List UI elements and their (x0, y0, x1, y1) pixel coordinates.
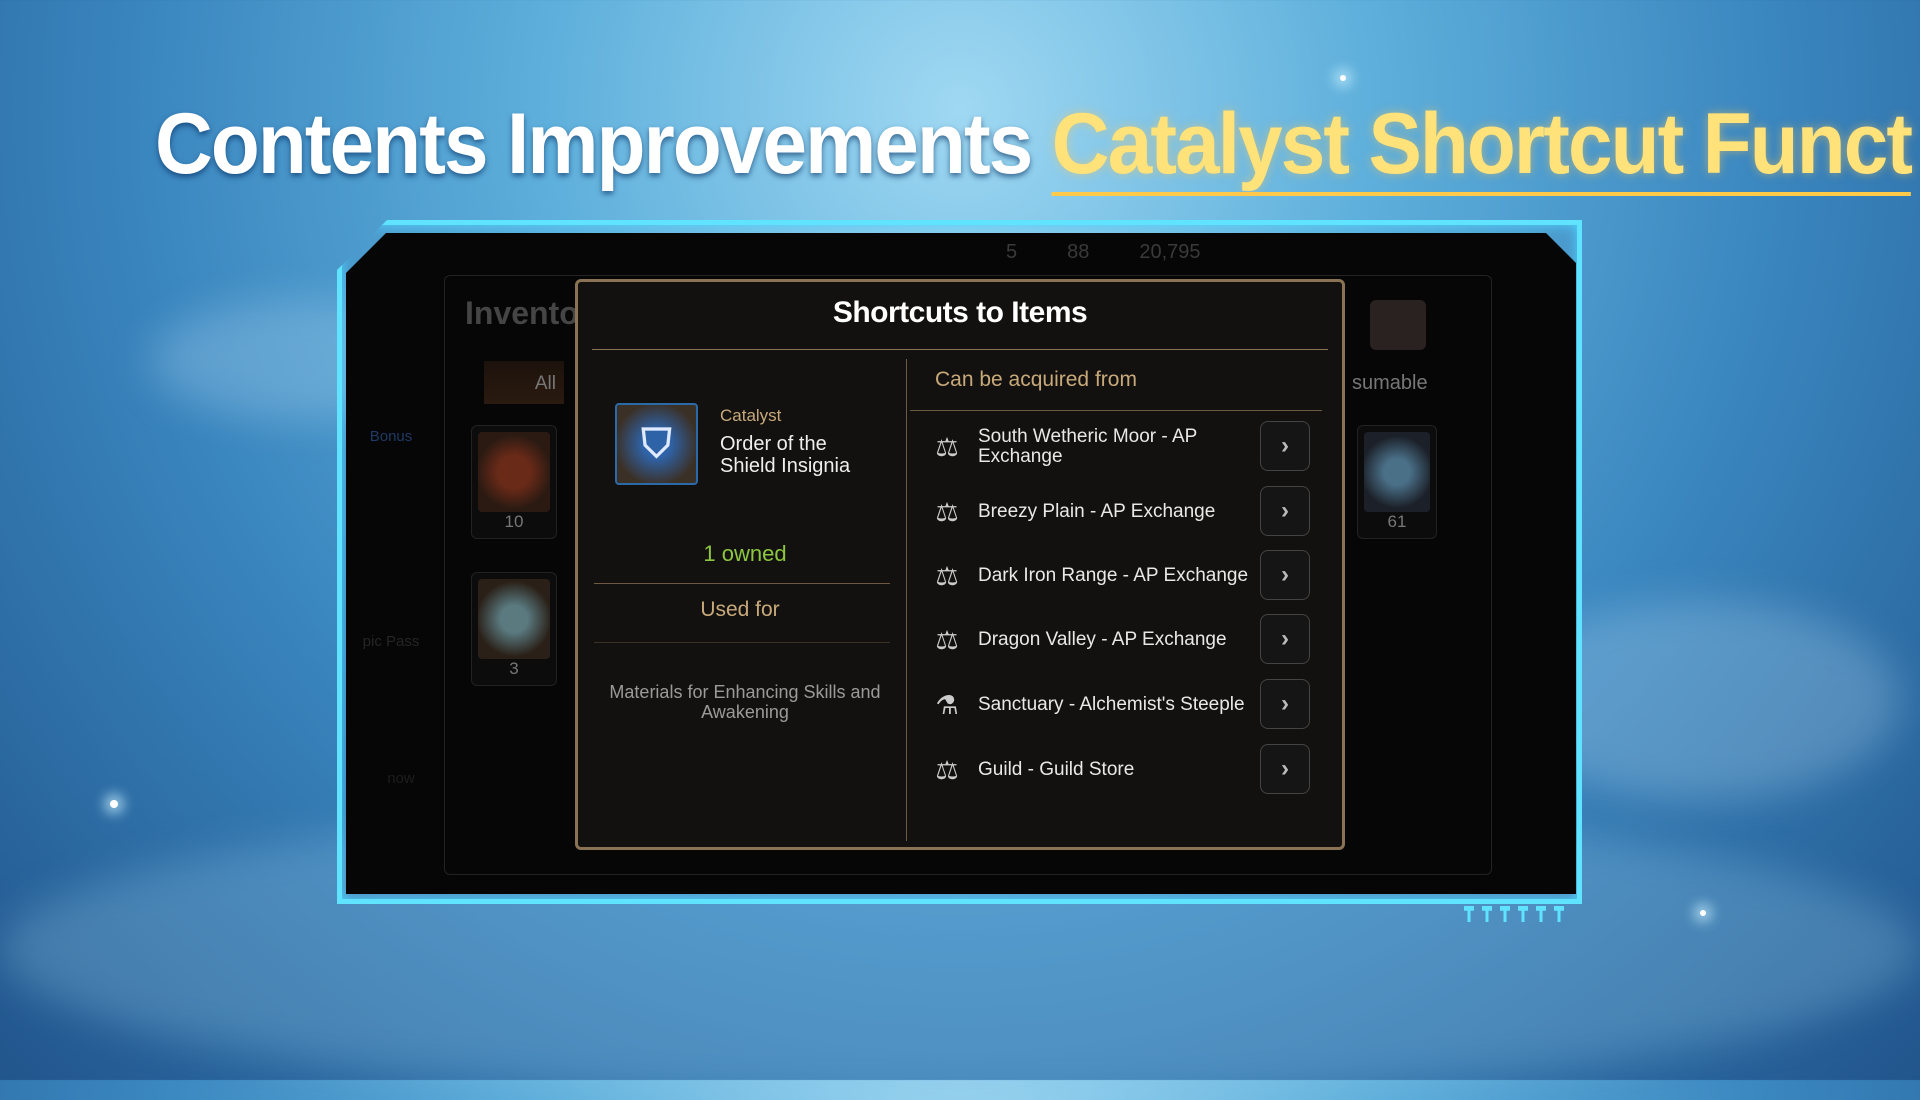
source-row: ⚖ Breezy Plain - AP Exchange › (930, 484, 1320, 540)
status-value: 20,795 (1139, 241, 1201, 263)
go-button[interactable]: › (1260, 486, 1310, 536)
inventory-slot[interactable]: 10 (471, 425, 557, 539)
go-button[interactable]: › (1260, 744, 1310, 794)
source-label: South Wetheric Moor - AP Exchange (978, 426, 1197, 467)
source-label: Guild - Guild Store (978, 759, 1135, 780)
divider (910, 410, 1322, 411)
consumable-tab-icon[interactable] (1370, 300, 1426, 350)
scales-icon: ⚖ (935, 496, 959, 527)
item-icon (1364, 432, 1430, 512)
sparkle (1700, 910, 1706, 916)
divider (594, 583, 890, 584)
title-yellow: Catalyst Shortcut Funct (1051, 96, 1913, 196)
source-row: ⚖ Dragon Valley - AP Exchange › (930, 612, 1320, 668)
source-row: ⚖ Dark Iron Range - AP Exchange › (930, 548, 1320, 604)
item-category: Catalyst (720, 406, 782, 425)
source-row: ⚖ South Wetheric Moor - AP Exchange › (930, 419, 1320, 475)
sidebar-item-now[interactable]: now (346, 770, 456, 787)
source-row: ⚖ Guild - Guild Store › (930, 742, 1320, 798)
flask-icon: ⚗ (935, 689, 959, 720)
go-button[interactable]: › (1260, 679, 1310, 729)
tab-consumable[interactable]: sumable (1352, 372, 1428, 395)
status-bar: 5 88 20,795 (1006, 241, 1506, 264)
item-icon (478, 432, 550, 512)
status-value: 5 (1006, 241, 1018, 263)
sparkle (110, 800, 118, 808)
source-label: Breezy Plain - AP Exchange (978, 501, 1216, 522)
inventory-slot[interactable]: 3 (471, 572, 557, 686)
banner-title: Contents Improvements Catalyst Shortcut … (155, 95, 1913, 196)
tab-all[interactable]: All (484, 361, 564, 404)
shield-insignia-icon: ⛉ (615, 403, 698, 485)
divider (592, 349, 1328, 350)
divider (594, 642, 890, 643)
used-for-description: Materials for Enhancing Skills and Awake… (609, 682, 881, 722)
source-label: Dark Iron Range - AP Exchange (978, 565, 1249, 586)
dialog-title: Shortcuts to Items (832, 296, 1088, 329)
go-button[interactable]: › (1260, 550, 1310, 600)
source-label: Sanctuary - Alchemist's Steeple (978, 694, 1245, 715)
used-for-label: Used for (700, 598, 780, 621)
sources-label: Can be acquired from (935, 368, 1137, 391)
inventory-slot[interactable]: 61 (1357, 425, 1437, 539)
scales-icon: ⚖ (935, 560, 959, 591)
source-label: Dragon Valley - AP Exchange (978, 629, 1227, 650)
sidebar-item-pass[interactable]: pic Pass (346, 633, 436, 650)
scales-icon: ⚖ (935, 624, 959, 655)
item-count: 61 (1387, 512, 1407, 531)
inventory-title: Invento (465, 295, 579, 331)
sparkle (1340, 75, 1346, 81)
title-white: Contents Improvements (155, 96, 1033, 192)
guild-store-icon: ⚖ (935, 754, 959, 785)
scales-icon: ⚖ (935, 431, 959, 462)
item-name: Order of the Shield Insignia (720, 433, 851, 477)
item-count: 3 (509, 659, 519, 678)
source-row: ⚗ Sanctuary - Alchemist's Steeple › (930, 677, 1320, 733)
sidebar-item-bonus[interactable]: Bonus (346, 428, 436, 445)
item-icon (478, 579, 550, 659)
go-button[interactable]: › (1260, 421, 1310, 471)
status-value: 88 (1067, 241, 1090, 263)
item-count: 10 (504, 512, 524, 531)
divider (906, 359, 907, 841)
go-button[interactable]: › (1260, 614, 1310, 664)
owned-count: 1 owned (703, 541, 787, 566)
